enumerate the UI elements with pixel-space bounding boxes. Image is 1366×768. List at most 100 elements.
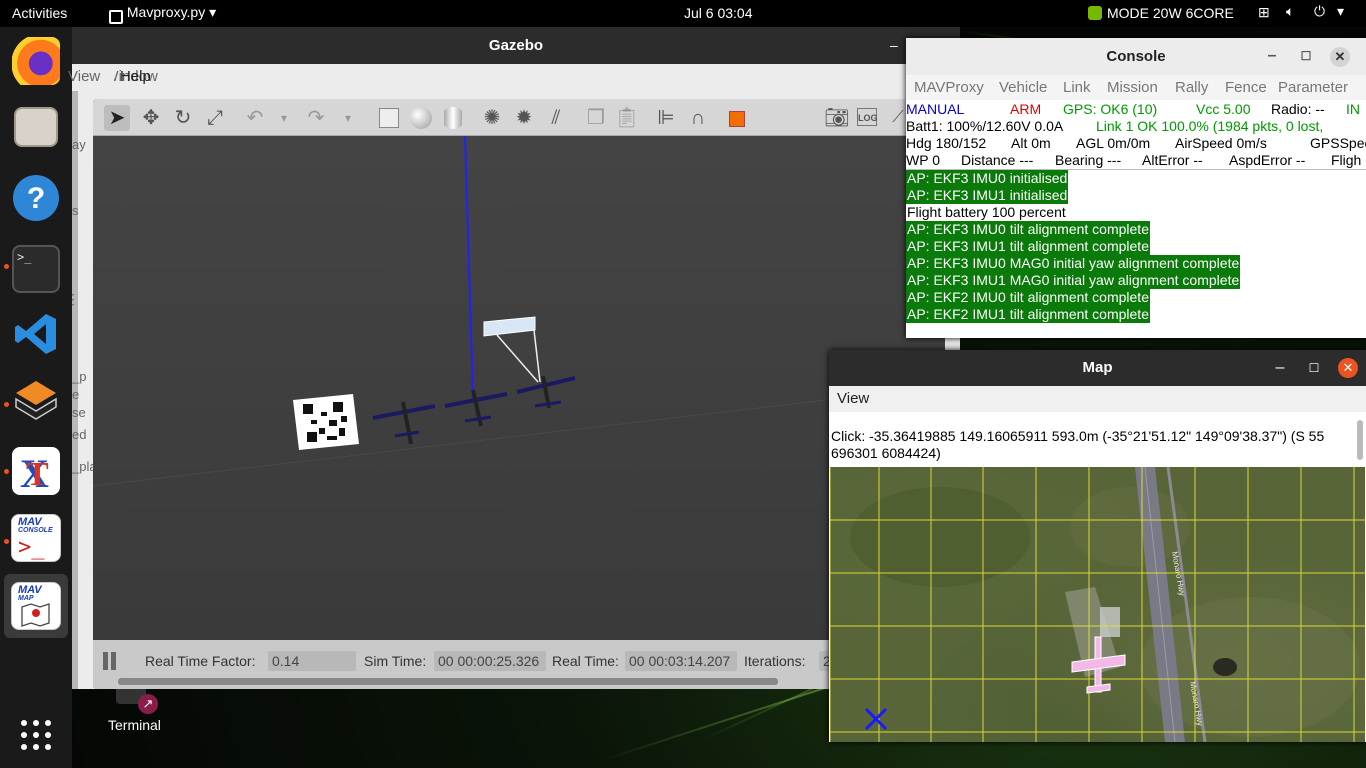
log-icon[interactable]: LOG	[857, 108, 878, 126]
mav-map-icon[interactable]: MAV MAP	[11, 582, 61, 630]
menu-mavproxy[interactable]: MAVProxy	[914, 79, 984, 96]
menu-parameter[interactable]: Parameter	[1278, 79, 1348, 96]
point-light-icon[interactable]: ✺	[479, 105, 505, 131]
distance: Distance ---	[961, 152, 1034, 168]
close-icon[interactable]: ✕	[1330, 47, 1350, 67]
radio-status: Radio: --	[1271, 101, 1325, 117]
menu-view[interactable]: View	[68, 68, 100, 85]
menu-link[interactable]: Link	[1063, 79, 1091, 96]
activities-button[interactable]: Activities	[12, 5, 67, 21]
log-message: AP: EKF3 IMU1 tilt alignment complete	[906, 238, 1150, 255]
terminal-desktop-icon[interactable]: ↗	[114, 688, 160, 718]
sidebar-fragment: s	[72, 203, 79, 218]
gazebo-icon[interactable]	[12, 377, 60, 425]
redo-dropdown-icon[interactable]: ▾	[335, 105, 361, 131]
status-row-4: WP 0 Distance --- Bearing --- AltError -…	[906, 152, 1366, 169]
map-title: Map	[1082, 359, 1113, 376]
aspd-error: AspdError --	[1229, 152, 1306, 168]
panel-splitter-handle[interactable]: ⋮	[66, 291, 80, 319]
waypoint: WP 0	[906, 152, 940, 168]
power-icon[interactable]: ⏻	[1314, 3, 1325, 20]
map-menu-view[interactable]: View	[837, 390, 869, 407]
volume-icon[interactable]: 🔈︎	[1286, 3, 1294, 20]
rtf-value: 0.14	[268, 651, 356, 671]
maximize-icon[interactable]: ☐	[1300, 350, 1328, 386]
mav-console-icon[interactable]: MAV CONSOLE >_	[11, 514, 61, 562]
rotate-mode-icon[interactable]: ↻	[170, 105, 196, 131]
console-body: MANUAL ARM GPS: OK6 (10) Vcc 5.00 Radio:…	[906, 100, 1366, 338]
system-menu-chevron-icon[interactable]: ▾	[1337, 3, 1344, 20]
info-scrollbar[interactable]	[1357, 420, 1363, 460]
arm-status: ARM	[1010, 101, 1042, 117]
vscode-icon[interactable]	[12, 310, 60, 358]
spot-light-icon[interactable]: ✹	[511, 105, 537, 131]
real-time-value: 00 00:03:14.207	[625, 651, 737, 671]
horizontal-scrollbar[interactable]	[118, 678, 778, 685]
altitude: Alt 0m	[1011, 135, 1051, 151]
network-icon[interactable]: ⊞	[1258, 4, 1270, 21]
terminal-icon[interactable]: >_	[12, 245, 60, 293]
gazebo-window: Gazebo – View View Window Help ay s _p e se e…	[66, 27, 960, 689]
directional-light-icon[interactable]: ⫽	[543, 105, 569, 131]
nvidia-power-mode[interactable]: MODE 20W 6CORE	[1107, 5, 1234, 21]
nvidia-icon[interactable]	[1088, 6, 1102, 20]
minimize-icon[interactable]: –	[1266, 350, 1294, 386]
xterm-icon[interactable]: XT	[12, 447, 60, 496]
snap-icon[interactable]: ∩	[685, 105, 711, 131]
scale-mode-icon[interactable]: ⤢	[202, 105, 228, 131]
close-icon[interactable]: ✕	[1338, 358, 1358, 378]
undo-icon[interactable]: ↶	[242, 105, 268, 131]
app-window-icon	[109, 10, 123, 24]
copy-icon[interactable]: ❐	[583, 105, 609, 131]
box-shape-icon[interactable]	[376, 105, 402, 131]
menu-vehicle[interactable]: Vehicle	[999, 79, 1047, 96]
cylinder-shape-icon[interactable]	[440, 105, 466, 131]
menu-help[interactable]: Help	[120, 68, 151, 85]
pond	[1213, 658, 1237, 676]
sim-time-label: Sim Time:	[364, 653, 427, 669]
gazebo-3d-viewport[interactable]	[93, 136, 945, 640]
alt-error: AltError --	[1142, 152, 1203, 168]
heading: Hdg 180/152	[906, 135, 987, 151]
sim-time-value: 00 00:00:25.326	[434, 651, 546, 671]
translate-mode-icon[interactable]: ✥	[138, 105, 164, 131]
select-mode-icon[interactable]: ➤	[104, 105, 130, 131]
maximize-icon[interactable]: ☐	[1292, 38, 1320, 74]
pause-icon-left[interactable]	[103, 652, 108, 670]
minimize-icon[interactable]: –	[890, 27, 898, 64]
redo-icon[interactable]: ↷	[303, 105, 329, 131]
view-angle-icon[interactable]	[725, 105, 751, 131]
pause-icon[interactable]	[111, 652, 116, 670]
show-applications-icon[interactable]	[18, 717, 54, 753]
bearing: Bearing ---	[1055, 152, 1122, 168]
gazebo-toolbar: ➤ ✥ ↻ ⤢ ↶ ▾ ↷ ▾ ✺ ✹ ⫽ ❐ 📋︎ ⊫ ∩ 📷︎ LOG ⟋	[93, 99, 945, 136]
map-titlebar[interactable]: Map – ☐ ✕	[829, 350, 1366, 386]
clock[interactable]: Jul 6 03:04	[684, 5, 753, 21]
log-message: AP: EKF3 IMU0 MAG0 initial yaw alignment…	[906, 255, 1241, 272]
menu-rally[interactable]: Rally	[1175, 79, 1208, 96]
align-icon[interactable]: ⊫	[653, 105, 679, 131]
prompt-glyph: >_	[18, 535, 45, 560]
airspeed: AirSpeed 0m/s	[1175, 135, 1267, 151]
menu-fence[interactable]: Fence	[1225, 79, 1267, 96]
top-bar: Activities Mavproxy.py ▾ Jul 6 03:04 MOD…	[0, 0, 1366, 27]
screenshot-icon[interactable]: 📷︎	[824, 105, 850, 131]
paste-icon[interactable]: 📋︎	[614, 105, 640, 131]
app-menu[interactable]: Mavproxy.py ▾	[109, 4, 216, 24]
console-titlebar[interactable]: Console – ☐ ✕	[906, 38, 1366, 75]
svg-text:T: T	[26, 456, 49, 493]
undo-dropdown-icon[interactable]: ▾	[271, 105, 297, 131]
map-window: Map – ☐ ✕ View Click: -35.36419885 149.1…	[829, 350, 1366, 742]
satellite-map[interactable]: Monaro Hwy Monaro Hwy	[830, 467, 1365, 742]
gazebo-title: Gazebo	[488, 37, 544, 54]
firefox-icon[interactable]	[12, 37, 60, 85]
sphere-shape-icon[interactable]	[408, 105, 434, 131]
help-icon[interactable]: ?	[13, 175, 59, 221]
map-menubar: View	[829, 386, 1366, 412]
plane-model-3	[516, 375, 576, 409]
minimize-icon[interactable]: –	[1258, 38, 1286, 74]
gazebo-titlebar[interactable]: Gazebo –	[72, 27, 960, 64]
files-icon[interactable]	[14, 107, 58, 147]
menu-mission[interactable]: Mission	[1107, 79, 1158, 96]
console-window: Console – ☐ ✕ MAVProxy Vehicle Link Miss…	[906, 38, 1366, 338]
